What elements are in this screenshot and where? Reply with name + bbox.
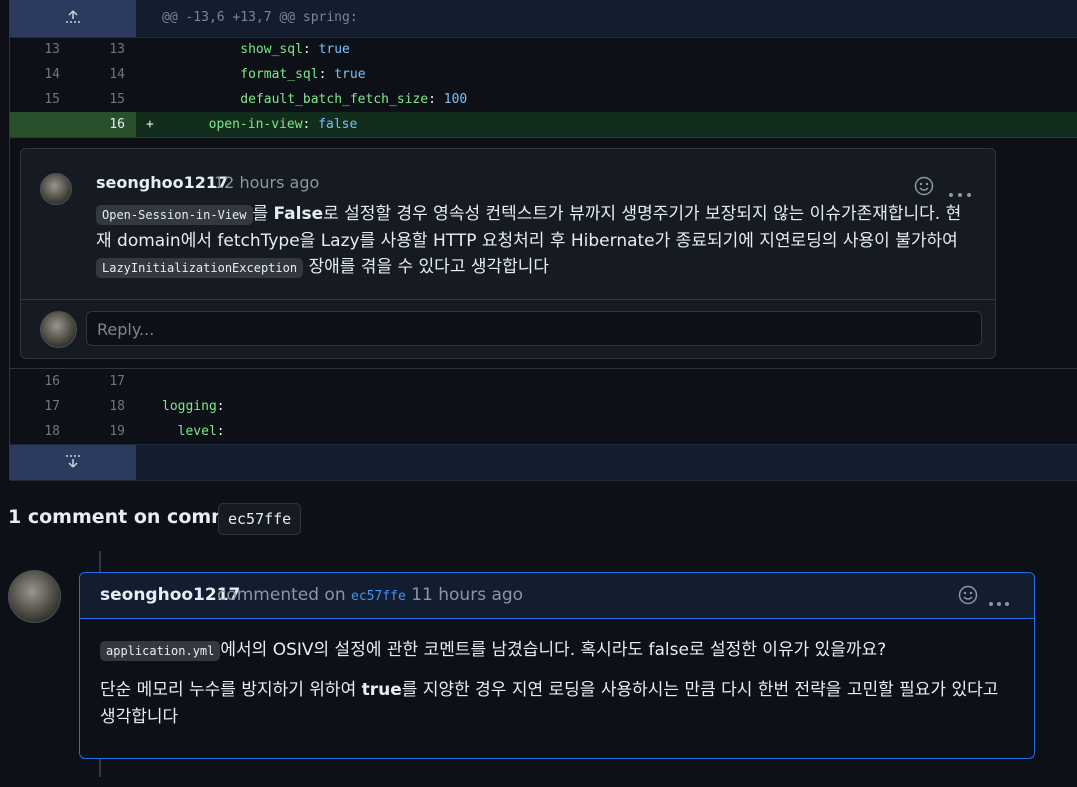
yaml-key: format_sql	[240, 67, 319, 82]
commit-sha-link[interactable]: ec57ffe	[351, 589, 406, 604]
comment-paragraph: application.yml 에서의 OSIV의 설정에 관한 코멘트를 남겼습…	[100, 637, 1010, 665]
hunk-footer	[10, 444, 1077, 481]
inline-code: Open-Session-in-View	[96, 205, 253, 225]
kebab-horizontal-icon[interactable]	[988, 590, 1010, 614]
new-line-number[interactable]: 17	[70, 369, 125, 394]
expand-down-button[interactable]	[10, 445, 136, 480]
comment-timestamp[interactable]: 12 hours ago	[214, 173, 319, 192]
comment-text: 를	[252, 204, 274, 224]
comment-body: Open-Session-in-View 를 False로 설정할 경우 영속성 …	[96, 201, 976, 281]
smiley-icon[interactable]	[914, 176, 934, 201]
diff-add-marker: +	[146, 117, 154, 132]
review-comment-thread: seonghoo1217 12 hours ago Open-Session-i…	[20, 148, 996, 359]
comment-timestamp[interactable]: 11 hours ago	[411, 585, 523, 605]
diff-line: 17 18 logging:	[10, 394, 1077, 419]
yaml-key: show_sql	[240, 42, 303, 57]
comment-bold-text: False	[273, 204, 324, 224]
diff-line: 16 17	[10, 369, 1077, 394]
old-line-number[interactable]: 13	[10, 37, 60, 62]
avatar[interactable]	[8, 570, 61, 623]
expand-up-button[interactable]	[10, 0, 136, 37]
commit-sha-badge[interactable]: ec57ffe	[218, 503, 302, 535]
commit-comment: seonghoo1217 commented on ec57ffe 11 hou…	[79, 572, 1035, 759]
diff-line: 13 13 show_sql: true	[10, 37, 1077, 62]
smiley-icon[interactable]	[958, 585, 978, 610]
yaml-value: 100	[443, 92, 468, 107]
avatar[interactable]	[40, 173, 72, 205]
new-line-number[interactable]: 16	[70, 112, 125, 137]
new-line-number[interactable]: 19	[70, 419, 125, 444]
expand-up-icon	[64, 9, 82, 29]
divider	[21, 299, 995, 300]
old-line-number[interactable]: 16	[10, 369, 60, 394]
new-line-number[interactable]: 13	[70, 37, 125, 62]
yaml-value: false	[318, 117, 358, 132]
yaml-key: logging	[162, 399, 217, 414]
comment-author[interactable]: seonghoo1217	[96, 173, 228, 192]
new-line-number[interactable]: 14	[70, 62, 125, 87]
old-line-number[interactable]: 17	[10, 394, 60, 419]
comment-bold-text: true	[361, 680, 402, 700]
hunk-header-text: @@ -13,6 +13,7 @@ spring:	[162, 10, 358, 25]
comments-heading: 1 comment on commit	[8, 506, 247, 528]
inline-code: application.yml	[100, 641, 221, 661]
expand-down-icon	[64, 453, 82, 473]
old-line-number[interactable]: 14	[10, 62, 60, 87]
diff-line: 15 15 default_batch_fetch_size: 100	[10, 87, 1077, 112]
reply-input[interactable]: Reply...	[86, 311, 982, 346]
comment-body: application.yml 에서의 OSIV의 설정에 관한 코멘트를 남겼습…	[100, 637, 1010, 743]
old-line-number[interactable]: 15	[10, 87, 60, 112]
inline-code: LazyInitializationException	[96, 258, 304, 278]
new-line-number[interactable]: 15	[70, 87, 125, 112]
comment-header: seonghoo1217 commented on ec57ffe 11 hou…	[80, 573, 1034, 619]
diff-line: 18 19 level:	[10, 419, 1077, 444]
yaml-key: default_batch_fetch_size	[240, 92, 429, 107]
yaml-value: true	[334, 67, 366, 82]
avatar[interactable]	[40, 311, 77, 348]
yaml-value: true	[318, 42, 350, 57]
comment-text: 단순 메모리 누수를 방지하기 위하여	[100, 680, 362, 700]
new-line-number[interactable]: 18	[70, 394, 125, 419]
divider	[10, 137, 1077, 138]
yaml-key: level	[177, 424, 217, 439]
hunk-header-top: @@ -13,6 +13,7 @@ spring:	[10, 0, 1077, 38]
old-line-number[interactable]: 18	[10, 419, 60, 444]
diff-line: 14 14 format_sql: true	[10, 62, 1077, 87]
comment-text: 에서의 OSIV의 설정에 관한 코멘트를 남겼습니다. 혹시라도 false로…	[220, 640, 887, 660]
comment-text: 장애를 겪을 수 있다고 생각합니다	[303, 257, 550, 277]
comment-paragraph: 단순 메모리 누수를 방지하기 위하여 true를 지양한 경우 지연 로딩을 …	[100, 677, 1010, 731]
comment-action: commented on	[217, 585, 346, 605]
yaml-key: open-in-view	[208, 117, 303, 132]
diff-line-added: 16 + open-in-view: false	[10, 112, 1077, 137]
